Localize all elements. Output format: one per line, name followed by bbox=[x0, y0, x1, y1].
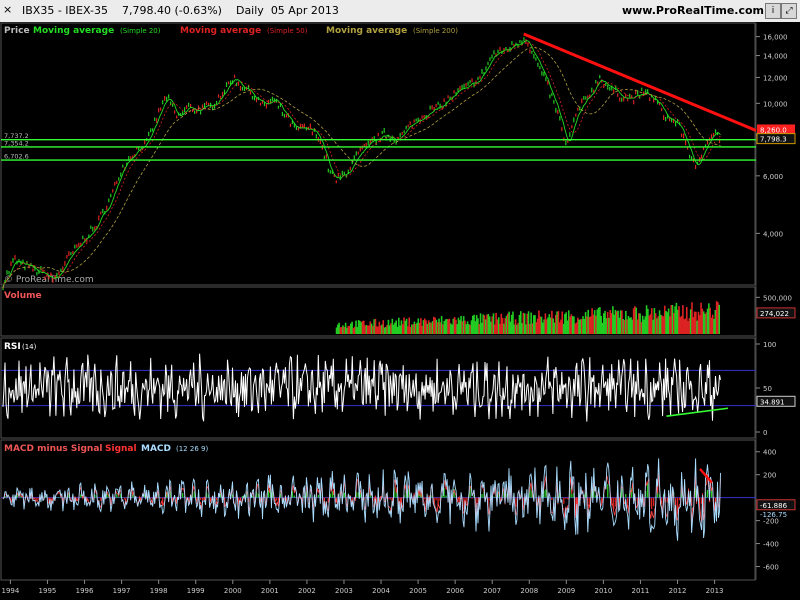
price-tick-label: 6,000 bbox=[763, 173, 783, 181]
legend-price: Price bbox=[4, 26, 30, 36]
x-tick-label: 2000 bbox=[224, 587, 242, 595]
legend-ma200-params: (Simple 200) bbox=[413, 27, 458, 35]
rsi-params: (14) bbox=[22, 343, 37, 351]
x-tick-label: 1998 bbox=[150, 587, 168, 595]
x-tick-label: 1999 bbox=[187, 587, 205, 595]
legend-ma200: Moving average bbox=[326, 26, 407, 36]
price-tick-label: 14,000 bbox=[763, 53, 788, 61]
x-tick-label: 2001 bbox=[261, 587, 279, 595]
volume-last-tag: 274,022 bbox=[760, 310, 789, 318]
rsi-tick-label: 100 bbox=[763, 341, 776, 349]
rsi-last-tag: 34.891 bbox=[760, 398, 785, 406]
x-tick-label: 2004 bbox=[372, 587, 390, 595]
x-tick-label: 1996 bbox=[76, 587, 94, 595]
price-tick-label: 10,000 bbox=[763, 100, 788, 108]
x-tick-label: 2003 bbox=[335, 587, 353, 595]
macd-title-hist: MACD minus Signal bbox=[4, 444, 102, 454]
x-tick-label: 1997 bbox=[113, 587, 131, 595]
volume-title: Volume bbox=[4, 291, 42, 301]
rsi-title: RSI bbox=[4, 342, 21, 352]
price-tick-label: 12,000 bbox=[763, 74, 788, 82]
legend-ma20-params: (Simple 20) bbox=[120, 27, 161, 35]
x-tick-label: 2010 bbox=[594, 587, 612, 595]
macd-tick-label: 200 bbox=[763, 472, 776, 480]
price-tick-label: 4,000 bbox=[763, 230, 783, 238]
x-tick-label: 2006 bbox=[446, 587, 464, 595]
x-tick-label: 2002 bbox=[298, 587, 316, 595]
x-tick-label: 2009 bbox=[557, 587, 575, 595]
legend-ma50-params: (Simple 50) bbox=[267, 27, 308, 35]
x-tick-label: 2013 bbox=[706, 587, 724, 595]
x-tick-label: 2005 bbox=[409, 587, 427, 595]
x-tick-label: 2007 bbox=[483, 587, 501, 595]
last-tag-price: 7,798.3 bbox=[760, 136, 787, 144]
x-tick-label: 2011 bbox=[632, 587, 650, 595]
x-tick-label: 1995 bbox=[39, 587, 57, 595]
support-label: 7,354.2 bbox=[4, 139, 29, 147]
macd-tick-label: -600 bbox=[763, 564, 779, 572]
rsi-tick-label: 50 bbox=[763, 385, 772, 393]
legend-ma50: Moving average bbox=[180, 26, 261, 36]
macd-title-signal: Signal bbox=[105, 444, 137, 454]
macd-params: (12 26 9) bbox=[176, 445, 208, 453]
macd-title-macd: MACD bbox=[141, 444, 171, 454]
macd-tick-label: 400 bbox=[763, 449, 776, 457]
price-tick-label: 16,000 bbox=[763, 34, 788, 42]
x-tick-label: 2012 bbox=[669, 587, 687, 595]
legend-ma20: Moving average bbox=[33, 26, 114, 36]
x-tick-label: 2008 bbox=[520, 587, 538, 595]
support-label: 6,702.6 bbox=[4, 153, 29, 161]
macd-last-tag-1: -61.886 bbox=[760, 502, 788, 510]
chart-area: Price Moving average (Simple 20) Moving … bbox=[0, 22, 800, 600]
volume-tick-label: 500,000 bbox=[763, 294, 792, 302]
x-tick-label: 1994 bbox=[1, 587, 19, 595]
macd-tick-label: -400 bbox=[763, 541, 779, 549]
macd-last-tag-2: -126.75 bbox=[760, 511, 787, 519]
rsi-tick-label: 0 bbox=[763, 429, 767, 437]
macd-tick-label: -200 bbox=[763, 518, 779, 526]
